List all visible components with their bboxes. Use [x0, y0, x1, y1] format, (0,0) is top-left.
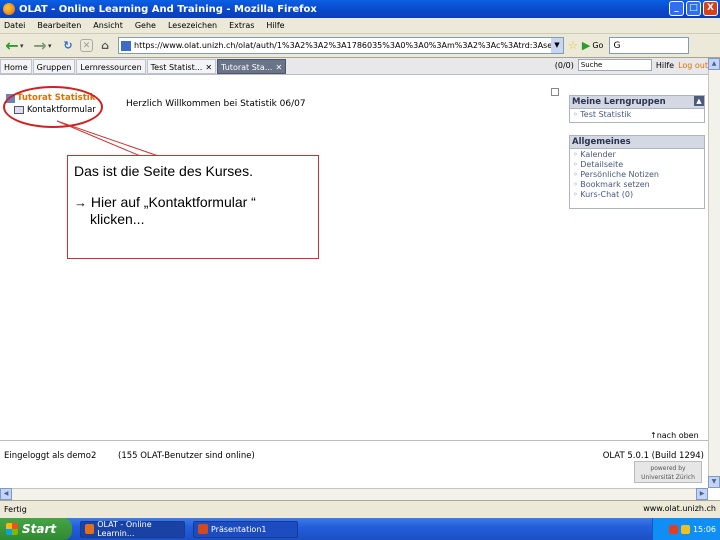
- scroll-up-icon[interactable]: ▲: [708, 58, 720, 70]
- powerpoint-task-icon: [198, 524, 208, 534]
- version-text: OLAT 5.0.1 (Build 1294): [602, 451, 704, 461]
- firefox-task-icon: [85, 524, 95, 534]
- callout-line-1: Das ist die Seite des Kurses.: [74, 163, 253, 179]
- instruction-callout: Das ist die Seite des Kurses. → Hier auf…: [67, 155, 319, 259]
- clock: 15:06: [692, 524, 716, 534]
- start-button[interactable]: Start: [0, 518, 72, 540]
- tray-icon[interactable]: [668, 524, 678, 534]
- scroll-down-icon[interactable]: ▼: [708, 476, 720, 488]
- horizontal-scrollbar[interactable]: ◀ ▶: [0, 488, 708, 500]
- system-tray: 15:06: [652, 518, 720, 540]
- status-host: www.olat.unizh.ch: [643, 504, 716, 513]
- callout-line-2: Hier auf „Kontaktformular “: [90, 194, 256, 210]
- uzh-logo: powered by Universität Zürich: [634, 461, 702, 483]
- online-users-text: (155 OLAT-Benutzer sind online): [118, 451, 255, 461]
- status-text: Fertig: [4, 505, 27, 514]
- windows-logo-icon: [6, 523, 18, 535]
- start-label: Start: [22, 522, 57, 536]
- vertical-scrollbar[interactable]: ▲ ▼: [708, 58, 720, 488]
- logged-in-text: Eingeloggt als demo2: [4, 451, 97, 461]
- arrow-right-icon: →: [74, 195, 87, 210]
- task-label: Präsentation1: [211, 524, 267, 534]
- scroll-left-icon[interactable]: ◀: [0, 488, 12, 500]
- windows-taskbar: Start OLAT - Online Learnin... Präsentat…: [0, 518, 720, 540]
- task-label: OLAT - Online Learnin...: [97, 520, 152, 538]
- tray-icon[interactable]: [680, 524, 690, 534]
- taskbar-item-powerpoint[interactable]: Präsentation1: [193, 520, 298, 538]
- callout-line-3: klicken...: [90, 211, 145, 227]
- page-footer: Eingeloggt als demo2 (155 OLAT-Benutzer …: [0, 440, 708, 488]
- taskbar-item-firefox[interactable]: OLAT - Online Learnin...: [80, 520, 185, 538]
- scroll-right-icon[interactable]: ▶: [696, 488, 708, 500]
- status-bar: Fertig www.olat.unizh.ch: [0, 500, 720, 518]
